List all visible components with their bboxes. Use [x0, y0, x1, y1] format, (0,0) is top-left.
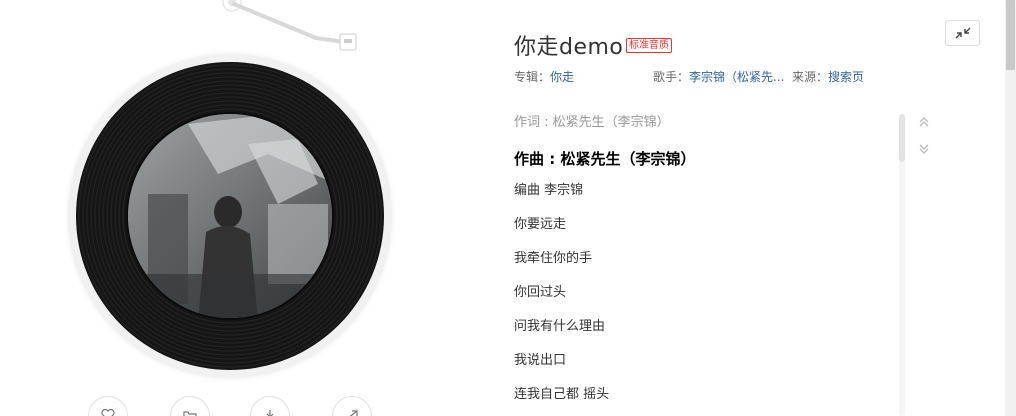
- lyrics-panel: 作词 : 松紧先生（李宗锦） 作曲 : 松紧先生（李宗锦） 编曲 李宗锦 你要远…: [514, 114, 894, 416]
- album-label: 专辑：: [514, 70, 551, 84]
- collapse-arrows-icon: [955, 27, 970, 39]
- source-meta: 来源：搜索页: [792, 68, 864, 85]
- lyrics-scroll-down-button[interactable]: [916, 141, 932, 157]
- like-button[interactable]: [88, 396, 128, 416]
- source-label: 来源：: [792, 70, 829, 84]
- share-button[interactable]: [332, 396, 372, 416]
- lyric-line[interactable]: 你回过头: [514, 284, 894, 318]
- quality-badge[interactable]: 标准音质: [626, 38, 672, 53]
- singer-label: 歌手：: [653, 70, 690, 84]
- lyrics-scrollbar[interactable]: [899, 114, 905, 416]
- page-scrollbar-thumb[interactable]: [1006, 0, 1015, 70]
- page-scrollbar[interactable]: [1005, 0, 1016, 416]
- double-chevron-down-icon: [919, 144, 929, 154]
- album-meta: 专辑：你走: [514, 68, 574, 85]
- minimize-player-button[interactable]: [945, 20, 980, 46]
- lyric-line[interactable]: 连我自己都 摇头: [514, 386, 894, 416]
- action-buttons: [88, 396, 388, 416]
- source-link[interactable]: 搜索页: [828, 70, 864, 84]
- add-to-folder-button[interactable]: [170, 396, 210, 416]
- lyrics-scroll-up-button[interactable]: [916, 114, 932, 130]
- lyrics-scrollbar-thumb[interactable]: [899, 114, 905, 162]
- vinyl-record: [76, 62, 384, 370]
- vinyl-disc: [68, 54, 392, 378]
- download-icon: [266, 410, 274, 416]
- album-cover: [126, 112, 334, 320]
- lyric-line[interactable]: 我牵住你的手: [514, 250, 894, 284]
- lyric-line[interactable]: 问我有什么理由: [514, 318, 894, 352]
- heart-icon: [101, 409, 115, 416]
- singer-link[interactable]: 李宗锦（松紧先...: [689, 70, 784, 84]
- share-icon: [349, 410, 358, 416]
- player-disc-area: [0, 0, 470, 416]
- song-title: 你走demo: [514, 35, 624, 60]
- download-button[interactable]: [250, 396, 290, 416]
- album-cover-photo: [128, 114, 332, 318]
- double-chevron-up-icon: [919, 117, 929, 127]
- lyric-line[interactable]: 我说出口: [514, 352, 894, 386]
- singer-meta: 歌手：李宗锦（松紧先...: [653, 68, 784, 85]
- lyric-line[interactable]: 你要远走: [514, 216, 894, 250]
- album-link[interactable]: 你走: [550, 70, 574, 84]
- lyric-line[interactable]: 作词 : 松紧先生（李宗锦）: [514, 114, 894, 148]
- folder-icon: [183, 411, 197, 416]
- lyric-line-current[interactable]: 作曲 : 松紧先生（李宗锦）: [514, 148, 894, 182]
- lyric-line[interactable]: 编曲 李宗锦: [514, 182, 894, 216]
